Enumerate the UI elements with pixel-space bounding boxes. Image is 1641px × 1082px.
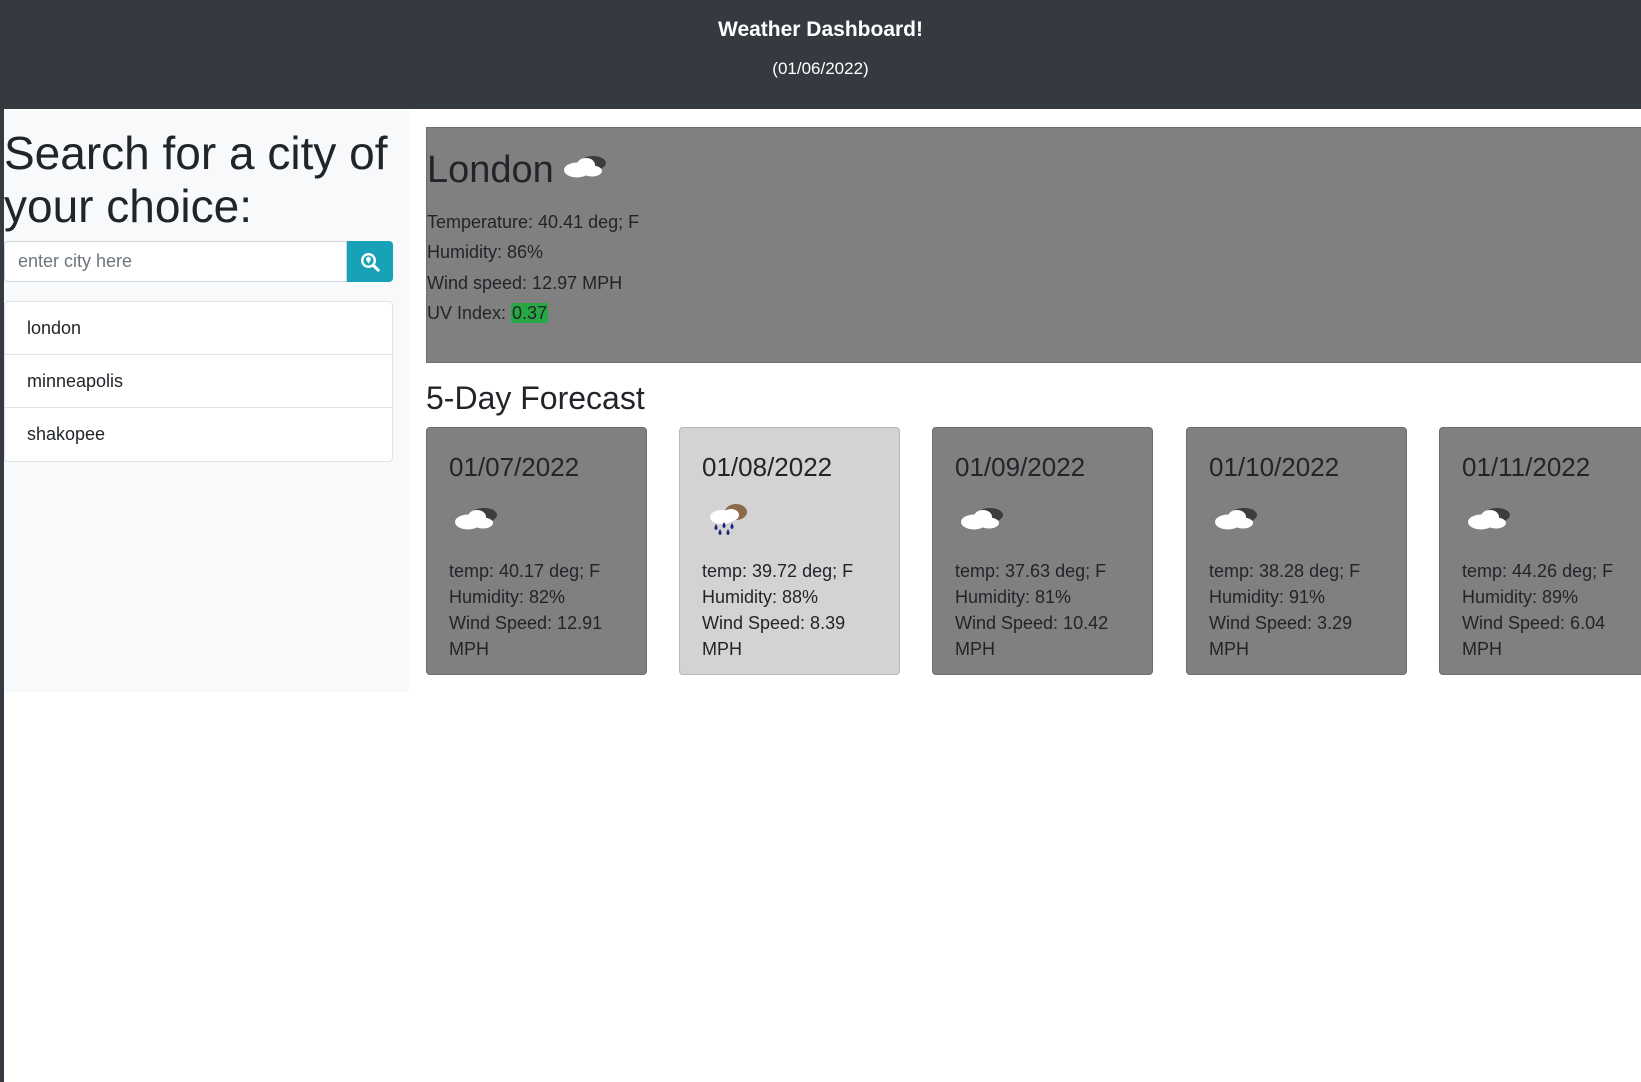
forecast-temp: temp: 37.63 deg; F xyxy=(955,561,1107,581)
forecast-humidity: Humidity: 91% xyxy=(1209,587,1326,607)
forecast-details: temp: 40.17 deg; F Humidity: 82% Wind Sp… xyxy=(449,558,634,662)
cloud-icon xyxy=(957,500,1007,539)
history-item-minneapolis[interactable]: minneapolis xyxy=(5,355,392,408)
forecast-card-day-1: 01/07/2022 temp: 40.17 deg; F Humidity: … xyxy=(426,427,647,675)
forecast-date: 01/08/2022 xyxy=(702,452,833,482)
current-city-row: London xyxy=(427,148,610,192)
cloud-icon xyxy=(560,148,610,192)
search-button[interactable] xyxy=(347,241,393,282)
search-heading: Search for a city of your choice: xyxy=(4,127,388,232)
forecast-date: 01/11/2022 xyxy=(1462,452,1591,482)
forecast-wind: Wind Speed: 3.29 MPH xyxy=(1209,613,1353,659)
forecast-temp: temp: 40.17 deg; F xyxy=(449,561,601,581)
current-temperature: Temperature: 40.41 deg; F xyxy=(427,212,640,232)
search-history-list: london minneapolis shakopee xyxy=(4,301,393,462)
current-weather-card: London Temperature: 40.41 deg; F Humidit… xyxy=(426,127,1641,363)
page-header: Weather Dashboard! (01/06/2022) xyxy=(0,0,1641,109)
search-row xyxy=(4,241,393,282)
forecast-wind: Wind Speed: 12.91 MPH xyxy=(449,613,603,659)
history-item-shakopee[interactable]: shakopee xyxy=(5,408,392,461)
header-date: (01/06/2022) xyxy=(772,59,869,78)
forecast-details: temp: 37.63 deg; F Humidity: 81% Wind Sp… xyxy=(955,558,1140,662)
forecast-card-day-5: 01/11/2022 temp: 44.26 deg; F Humidity: … xyxy=(1439,427,1641,675)
uv-index-label: UV Index: xyxy=(427,303,512,323)
search-sidebar: Search for a city of your choice: london… xyxy=(4,109,409,692)
forecast-date: 01/07/2022 xyxy=(449,452,580,482)
forecast-humidity: Humidity: 88% xyxy=(702,587,819,607)
uv-index-value: 0.37 xyxy=(511,303,549,323)
history-item-london[interactable]: london xyxy=(5,302,392,355)
forecast-temp: temp: 39.72 deg; F xyxy=(702,561,854,581)
forecast-card-day-3: 01/09/2022 temp: 37.63 deg; F Humidity: … xyxy=(932,427,1153,675)
forecast-wind: Wind Speed: 10.42 MPH xyxy=(955,613,1109,659)
rain-cloud-icon xyxy=(704,500,754,541)
current-humidity: Humidity: 86% xyxy=(427,242,544,262)
forecast-humidity: Humidity: 81% xyxy=(955,587,1072,607)
forecast-card-day-2: 01/08/2022 temp: 39.72 deg; F Humidity: … xyxy=(679,427,900,675)
forecast-card-day-4: 01/10/2022 temp: 38.28 deg; F Humidity: … xyxy=(1186,427,1407,675)
forecast-details: temp: 39.72 deg; F Humidity: 88% Wind Sp… xyxy=(702,558,887,662)
forecast-heading: 5-Day Forecast xyxy=(426,380,645,416)
forecast-details: temp: 38.28 deg; F Humidity: 91% Wind Sp… xyxy=(1209,558,1394,662)
current-wind-speed: Wind speed: 12.97 MPH xyxy=(427,273,623,293)
forecast-humidity: Humidity: 82% xyxy=(449,587,566,607)
cloud-icon xyxy=(451,500,501,539)
cloud-icon xyxy=(1464,500,1514,539)
forecast-date: 01/10/2022 xyxy=(1209,452,1340,482)
forecast-temp: temp: 38.28 deg; F xyxy=(1209,561,1361,581)
page-title: Weather Dashboard! xyxy=(718,18,923,41)
forecast-wind: Wind Speed: 8.39 MPH xyxy=(702,613,846,659)
forecast-wind: Wind Speed: 6.04 MPH xyxy=(1462,613,1606,659)
current-uv-index: UV Index: 0.37 xyxy=(427,303,549,324)
current-city-name: London xyxy=(427,148,554,191)
forecast-temp: temp: 44.26 deg; F xyxy=(1462,561,1614,581)
cloud-icon xyxy=(1211,500,1261,539)
forecast-humidity: Humidity: 89% xyxy=(1462,587,1579,607)
search-location-icon xyxy=(360,252,380,272)
forecast-details: temp: 44.26 deg; F Humidity: 89% Wind Sp… xyxy=(1462,558,1632,662)
forecast-date: 01/09/2022 xyxy=(955,452,1086,482)
city-search-input[interactable] xyxy=(4,241,347,282)
